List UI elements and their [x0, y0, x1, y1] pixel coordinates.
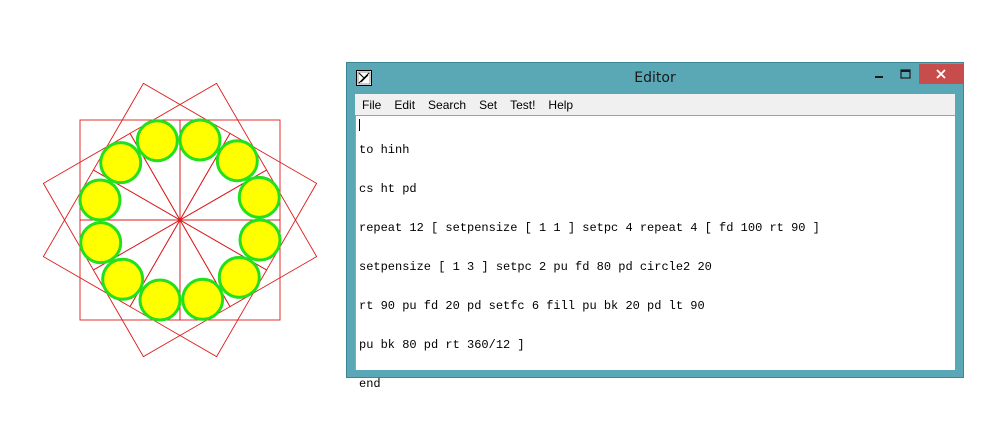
maximize-icon [899, 69, 911, 79]
circle-shape [217, 255, 261, 299]
circle-shape [99, 141, 143, 185]
circle-shape [135, 119, 179, 163]
minimize-icon [875, 76, 883, 78]
minimize-button[interactable] [866, 64, 892, 84]
circle-shape [215, 139, 259, 183]
circle-shape [138, 278, 182, 322]
code-editor[interactable]: to hinh cs ht pd repeat 12 [ setpensize … [355, 115, 955, 391]
circle-shape [238, 218, 282, 262]
close-icon [936, 69, 946, 79]
circle-shape [178, 118, 222, 162]
circle-shape [237, 175, 281, 219]
circle-shape [78, 178, 122, 222]
menu-bar: File Edit Search Set Test! Help [355, 94, 955, 116]
circle-shape [79, 221, 123, 265]
circle-shape [101, 257, 145, 301]
code-line: pu bk 80 pd rt 360/12 ] [359, 338, 525, 352]
circle-shape [181, 277, 225, 321]
menu-file[interactable]: File [356, 98, 387, 112]
menu-help[interactable]: Help [542, 98, 579, 112]
title-bar[interactable]: Editor [347, 63, 963, 93]
turtle-drawing [42, 82, 318, 358]
editor-window: Editor File Edit Search Set Test! Help t… [346, 62, 964, 391]
menu-set[interactable]: Set [473, 98, 503, 112]
text-caret [359, 119, 360, 131]
menu-search[interactable]: Search [422, 98, 472, 112]
code-line: cs ht pd [359, 182, 417, 196]
code-line: repeat 12 [ setpensize [ 1 1 ] setpc 4 r… [359, 221, 820, 235]
code-line: setpensize [ 1 3 ] setpc 2 pu fd 80 pd c… [359, 260, 712, 274]
code-line: end [359, 377, 381, 391]
code-line: to hinh [359, 143, 410, 157]
close-button[interactable] [919, 64, 963, 84]
menu-edit[interactable]: Edit [388, 98, 421, 112]
code-text: to hinh cs ht pd repeat 12 [ setpensize … [359, 118, 820, 417]
menu-test[interactable]: Test! [504, 98, 541, 112]
squares-group [42, 82, 318, 358]
code-line: rt 90 pu fd 20 pd setfc 6 fill pu bk 20 … [359, 299, 705, 313]
maximize-button[interactable] [892, 64, 918, 84]
